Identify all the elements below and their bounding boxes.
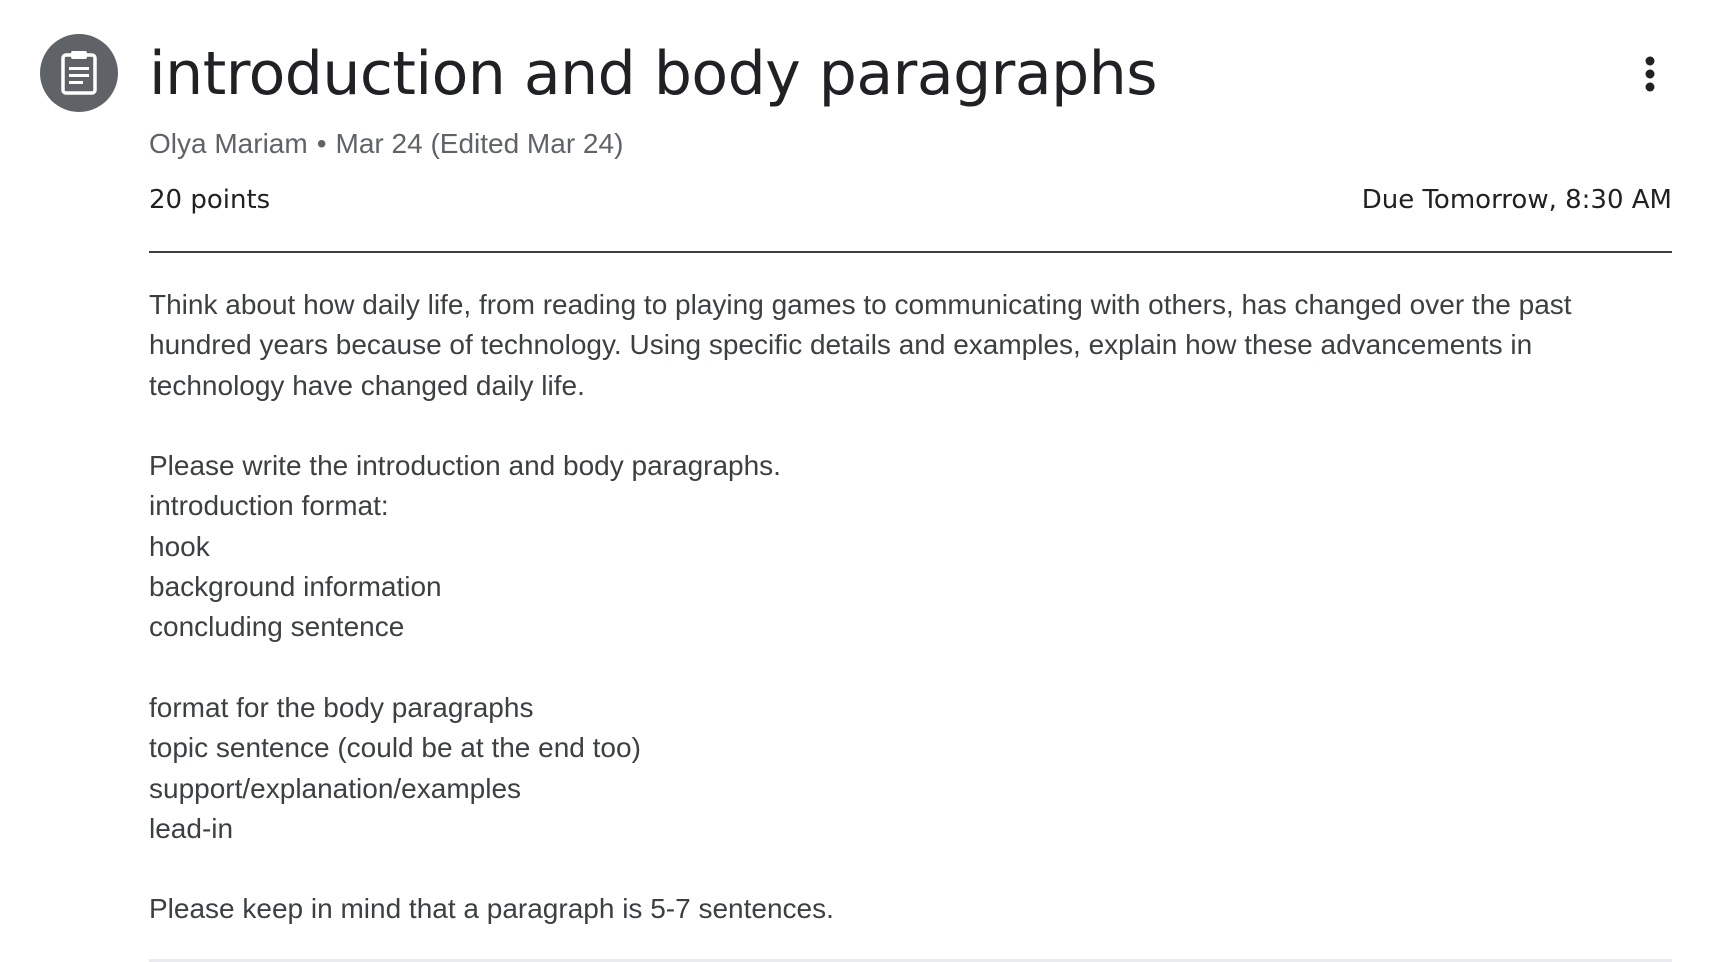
assignment-title: introduction and body paragraphs <box>149 39 1157 109</box>
instruction-line: topic sentence (could be at the end too) <box>149 732 641 764</box>
instruction-line: format for the body paragraphs <box>149 691 534 723</box>
instruction-line <box>149 406 1672 446</box>
instruction-line: background information <box>149 571 442 603</box>
instruction-line: lead-in <box>149 812 234 844</box>
meta-separator: • <box>316 128 327 159</box>
instruction-line: support/explanation/examples <box>149 772 522 804</box>
posted-date: Mar 24 (Edited Mar 24) <box>335 128 624 159</box>
header-divider <box>149 251 1672 253</box>
author-name: Olya Mariam <box>149 128 308 159</box>
more-options-button[interactable] <box>1628 46 1672 102</box>
assignment-icon <box>40 34 118 112</box>
due-date: Due Tomorrow, 8:30 AM <box>1361 185 1672 215</box>
assignment-meta: Olya Mariam • Mar 24 (Edited Mar 24) <box>149 124 623 164</box>
clipboard-icon <box>40 34 118 112</box>
instructions-prompt: Think about how daily life, from reading… <box>149 289 1580 401</box>
instruction-line: concluding sentence <box>149 611 405 643</box>
instructions-body: Think about how daily life, from reading… <box>149 285 1672 930</box>
more-vert-icon <box>1645 56 1655 92</box>
instruction-line <box>149 648 1672 688</box>
instruction-line: Please write the introduction and body p… <box>149 450 781 482</box>
points-label: 20 points <box>149 185 271 215</box>
instruction-line: introduction format: <box>149 490 389 522</box>
icon-background <box>40 34 118 112</box>
instruction-line: Please keep in mind that a paragraph is … <box>149 893 834 925</box>
instruction-line: hook <box>149 530 210 562</box>
instruction-line <box>149 849 1672 889</box>
